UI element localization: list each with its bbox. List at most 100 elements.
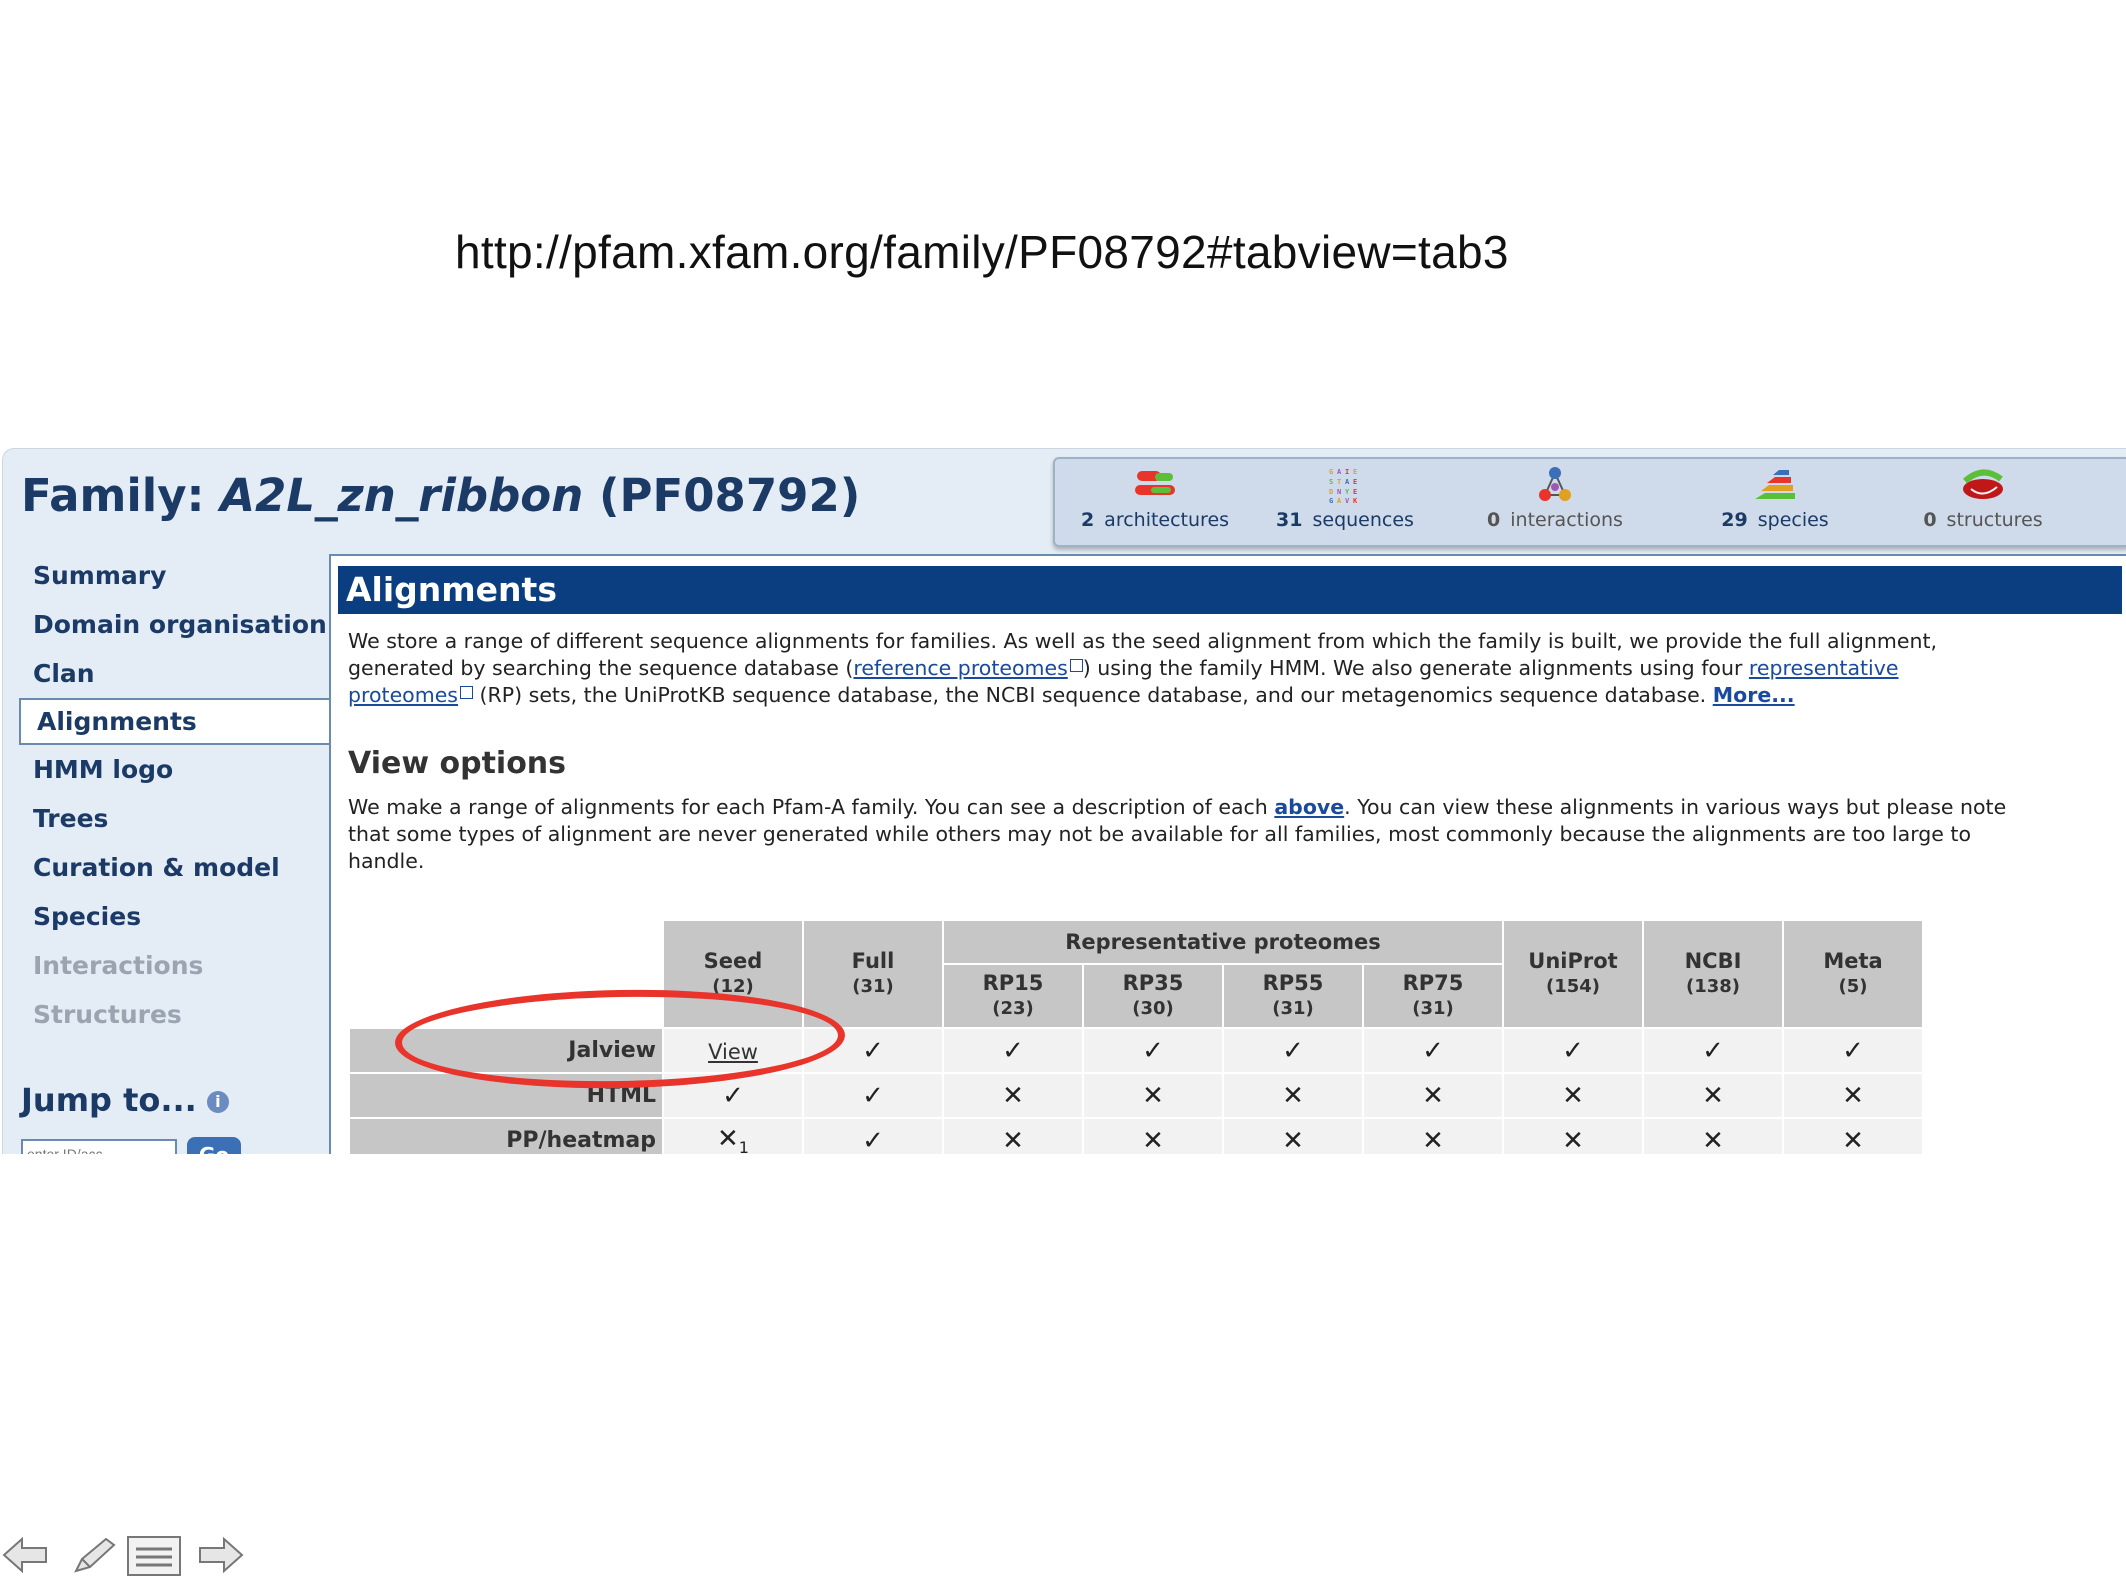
stat-sequences[interactable]: GAIE STAE DNYE GAVK 31 sequences <box>1255 465 1435 531</box>
table-cell[interactable]: ✓ <box>1782 1027 1924 1074</box>
pfam-screenshot: Family: A2L_zn_ribbon (PF08792) 2 archite… <box>2 448 2126 1154</box>
svg-text:G: G <box>1329 497 1333 505</box>
table-cell: ✕ <box>1362 1072 1504 1119</box>
family-name: A2L_zn_ribbon <box>220 469 584 522</box>
table-cell[interactable]: ✓ <box>942 1027 1084 1074</box>
back-arrow-icon[interactable] <box>0 1535 50 1575</box>
table-cell: ✕1 <box>662 1117 804 1154</box>
svg-text:E: E <box>1353 478 1357 486</box>
table-cell[interactable]: ✓ <box>802 1027 944 1074</box>
reference-proteomes-link[interactable]: reference proteomes <box>853 656 1067 680</box>
col-ncbi: NCBI (138) <box>1642 919 1784 1029</box>
table-cell: ✕ <box>1782 1117 1924 1154</box>
stat-label: sequences <box>1312 509 1414 531</box>
section-title: Alignments <box>338 566 2122 614</box>
jalview-view-link[interactable]: View <box>708 1040 758 1064</box>
col-rp15: RP15 (23) <box>942 963 1084 1029</box>
nav-trees[interactable]: Trees <box>17 794 329 843</box>
table-cell[interactable]: ✓ <box>1362 1027 1504 1074</box>
pen-icon[interactable] <box>68 1535 118 1575</box>
intro-text-1: We store a range of different sequence a… <box>348 629 1938 653</box>
menu-icon[interactable] <box>126 1535 182 1577</box>
view-options-heading: View options <box>348 746 567 781</box>
nav-hmm-logo[interactable]: HMM logo <box>17 745 329 794</box>
row-label-jalview: Jalview <box>348 1027 664 1074</box>
svg-text:D: D <box>1329 488 1333 496</box>
cell-seed-jalview[interactable]: View <box>662 1027 804 1074</box>
jump-to-input[interactable] <box>21 1139 177 1154</box>
stat-label: structures <box>1946 509 2043 531</box>
col-seed: Seed (12) <box>662 919 804 1029</box>
nav-summary[interactable]: Summary <box>17 551 329 600</box>
table-cell[interactable]: ✓ <box>1502 1027 1644 1074</box>
vo-text-3: that some types of alignment are never g… <box>348 822 1971 846</box>
col-rp55: RP55 (31) <box>1222 963 1364 1029</box>
slide-url-title: http://pfam.xfam.org/family/PF08792#tabv… <box>455 226 1509 278</box>
intro-text-2b: ) using the family HMM. We also generate… <box>1082 656 1749 680</box>
above-link[interactable]: above <box>1274 795 1344 819</box>
proteomes-link[interactable]: proteomes <box>348 683 458 707</box>
nav-clan[interactable]: Clan <box>17 649 329 698</box>
external-link-icon <box>460 686 473 699</box>
table-cell[interactable]: ✓ <box>802 1072 944 1119</box>
table-cell: ✕ <box>1642 1117 1784 1154</box>
table-row: HTML ✓ ✓ ✕ ✕ ✕ ✕ ✕ ✕ ✕ <box>348 1072 1924 1119</box>
view-options-text: We make a range of alignments for each P… <box>348 794 2006 875</box>
table-cell: ✕ <box>1222 1072 1364 1119</box>
nav-species[interactable]: Species <box>17 892 329 941</box>
nav-structures: Structures <box>33 1000 182 1029</box>
nav-domain-organisation[interactable]: Domain organisation <box>17 600 329 649</box>
stat-label: architectures <box>1104 509 1230 531</box>
sidebar-nav: Summary Domain organisation Clan Alignme… <box>17 551 329 1039</box>
table-cell: ✕ <box>1222 1117 1364 1154</box>
family-stats-bar: 2 architectures GAIE STAE DNYE GAVK 31 seq… <box>1053 457 2126 547</box>
alignments-intro: We store a range of different sequence a… <box>348 628 1937 709</box>
svg-text:A: A <box>1345 478 1350 486</box>
info-icon[interactable]: i <box>206 1091 229 1113</box>
svg-text:G: G <box>1329 468 1333 476</box>
go-button[interactable]: Go <box>187 1137 241 1154</box>
intro-text-3: (RP) sets, the UniProtKB sequence databa… <box>473 683 1713 707</box>
nav-alignments[interactable]: Alignments <box>19 698 329 745</box>
col-rp35: RP35 (30) <box>1082 963 1224 1029</box>
row-label-pp-heatmap: PP/heatmap <box>348 1117 664 1154</box>
alignment-options-table: Seed (12) Full (31) Representative proteom… <box>348 919 1924 1154</box>
svg-text:T: T <box>1337 478 1341 486</box>
structures-icon <box>1963 469 2003 499</box>
table-cell[interactable]: ✓ <box>662 1072 804 1119</box>
stat-structures[interactable]: 0 structures <box>1893 465 2073 531</box>
col-rp75: RP75 (31) <box>1362 963 1504 1029</box>
nav-curation-model[interactable]: Curation & model <box>17 843 329 892</box>
stat-label: species <box>1757 509 1829 531</box>
table-row: PP/heatmap ✕1 ✓ ✕ ✕ ✕ ✕ ✕ ✕ ✕ <box>348 1117 1924 1154</box>
vo-text-2: . You can view these alignments in vario… <box>1344 795 2007 819</box>
more-link[interactable]: More... <box>1713 683 1795 707</box>
svg-text:Y: Y <box>1345 488 1350 496</box>
stat-species[interactable]: 29 species <box>1685 465 1865 531</box>
stat-count: 29 <box>1721 509 1748 531</box>
col-full: Full (31) <box>802 919 944 1029</box>
vo-text-1: We make a range of alignments for each P… <box>348 795 1275 819</box>
stat-architectures[interactable]: 2 architectures <box>1065 465 1245 531</box>
col-uniprot: UniProt (154) <box>1502 919 1644 1029</box>
stat-interactions[interactable]: 0 interactions <box>1465 465 1645 531</box>
family-accession: (PF08792) <box>598 469 861 522</box>
forward-arrow-icon[interactable] <box>196 1535 246 1575</box>
table-cell[interactable]: ✓ <box>1642 1027 1784 1074</box>
table-cell[interactable]: ✓ <box>1222 1027 1364 1074</box>
cross-mark: ✕ <box>717 1124 739 1154</box>
table-cell: ✕ <box>1642 1072 1784 1119</box>
table-cell: ✕ <box>1782 1072 1924 1119</box>
table-cell[interactable]: ✓ <box>802 1117 944 1154</box>
table-cell: ✕ <box>1362 1117 1504 1154</box>
page-title: Family: A2L_zn_ribbon (PF08792) <box>21 469 860 522</box>
svg-text:E: E <box>1353 468 1357 476</box>
alignments-panel: Alignments We store a range of different… <box>329 554 2126 1154</box>
representative-link[interactable]: representative <box>1749 656 1899 680</box>
table-cell: ✕ <box>942 1117 1084 1154</box>
col-meta: Meta (5) <box>1782 919 1924 1029</box>
table-cell[interactable]: ✓ <box>1082 1027 1224 1074</box>
family-prefix: Family: <box>21 469 205 522</box>
svg-text:E: E <box>1353 488 1357 496</box>
table-cell: ✕ <box>1502 1117 1644 1154</box>
